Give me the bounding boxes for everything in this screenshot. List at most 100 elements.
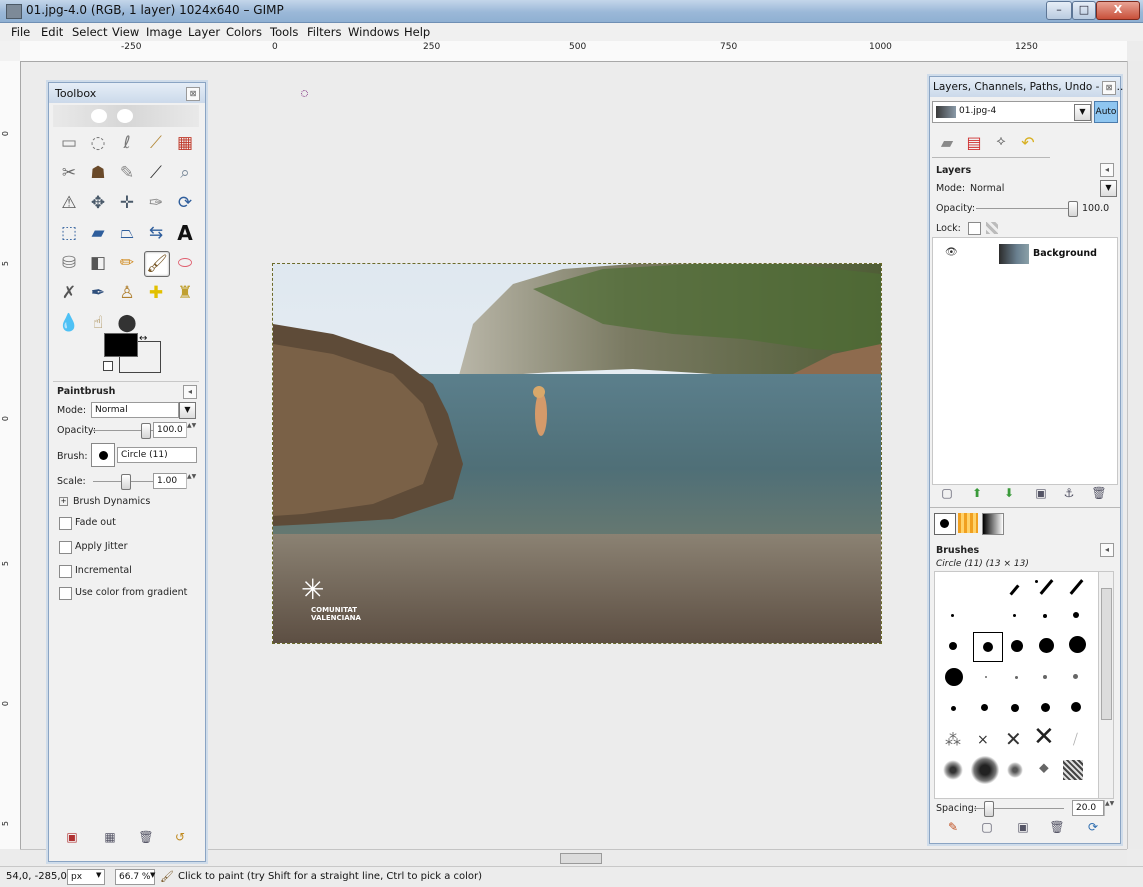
- menu-help[interactable]: Help: [404, 25, 430, 39]
- incremental-checkbox[interactable]: [59, 565, 72, 578]
- scale-value-field[interactable]: 1.00: [153, 473, 187, 489]
- rotate-tool[interactable]: ⟳: [173, 191, 197, 215]
- airbrush-tool[interactable]: ✗: [57, 281, 81, 305]
- layer-row[interactable]: 👁 Background: [933, 240, 1117, 266]
- duplicate-brush-icon[interactable]: ▣: [1014, 819, 1032, 835]
- spacing-spinner[interactable]: ▲▼: [1104, 800, 1114, 816]
- brush-item[interactable]: [1043, 675, 1047, 679]
- shear-tool[interactable]: ▰: [86, 221, 110, 245]
- brush-item[interactable]: [1013, 614, 1016, 617]
- color-select-tool[interactable]: ▦: [173, 131, 197, 155]
- brushes-menu-icon[interactable]: ◂: [1100, 543, 1114, 557]
- brush-item[interactable]: [1043, 614, 1047, 618]
- expander-plus-icon[interactable]: +: [59, 497, 68, 506]
- layer-mode-dropdown[interactable]: ▼: [1100, 180, 1117, 197]
- brush-item[interactable]: [951, 614, 954, 617]
- ellipse-select-tool[interactable]: ◌: [86, 131, 110, 155]
- new-layer-icon[interactable]: ▢: [938, 485, 956, 501]
- color-from-gradient-checkbox[interactable]: [59, 587, 72, 600]
- brush-item[interactable]: [1069, 636, 1086, 653]
- menu-file[interactable]: File: [11, 25, 30, 39]
- align-tool[interactable]: ✛: [115, 191, 139, 215]
- measure-tool[interactable]: ⚠: [57, 191, 81, 215]
- brush-item-selected[interactable]: [973, 632, 1003, 662]
- menu-filters[interactable]: Filters: [307, 25, 341, 39]
- brush-item[interactable]: ⁂: [945, 730, 961, 749]
- dodge-burn-tool[interactable]: ⬤: [115, 311, 139, 335]
- layer-opacity-value[interactable]: 100.0: [1082, 203, 1109, 214]
- smudge-tool[interactable]: ☝: [86, 311, 110, 335]
- flip-tool[interactable]: ⇆: [144, 221, 168, 245]
- vertical-scrollbar[interactable]: [1127, 61, 1143, 849]
- auto-button[interactable]: Auto: [1094, 101, 1118, 123]
- fuzzy-select-tool[interactable]: ⟋: [144, 131, 168, 155]
- brush-item[interactable]: [1007, 762, 1023, 778]
- image-selector-dropdown[interactable]: ▼: [1074, 104, 1091, 121]
- lock-pixels-checkbox[interactable]: [968, 222, 981, 235]
- brush-name-field[interactable]: Circle (11): [117, 447, 197, 463]
- opacity-slider-handle[interactable]: [141, 423, 151, 439]
- brush-item[interactable]: [949, 642, 957, 650]
- brush-item[interactable]: ⬥: [1039, 760, 1049, 776]
- reset-options-icon[interactable]: ↺: [171, 829, 189, 845]
- brush-item[interactable]: [1011, 640, 1023, 652]
- brush-item[interactable]: [1015, 676, 1018, 679]
- heal-tool[interactable]: ✚: [144, 281, 168, 305]
- brush-preview-button[interactable]: [91, 443, 115, 467]
- anchor-layer-icon[interactable]: ⚓: [1060, 485, 1078, 501]
- mode-select[interactable]: Normal: [91, 402, 179, 418]
- close-button[interactable]: X: [1096, 1, 1140, 20]
- delete-options-icon[interactable]: 🗑: [137, 829, 155, 845]
- maximize-button[interactable]: □: [1072, 1, 1096, 20]
- brush-item[interactable]: [971, 756, 999, 784]
- menu-select[interactable]: Select: [72, 25, 107, 39]
- edit-brush-icon[interactable]: ✎: [944, 819, 962, 835]
- paintbrush-tool[interactable]: 🖌: [144, 251, 170, 277]
- layers-dock-close-button[interactable]: ⊠: [1102, 81, 1116, 95]
- brush-item[interactable]: [1071, 702, 1081, 712]
- pencil-tool[interactable]: ✏: [115, 251, 139, 275]
- brush-item[interactable]: [1009, 584, 1020, 596]
- brush-dynamics-expander[interactable]: Brush Dynamics: [73, 496, 150, 507]
- free-select-tool[interactable]: ℓ: [115, 131, 139, 155]
- reset-colors-icon[interactable]: [103, 361, 113, 371]
- lock-alpha-icon[interactable]: [986, 222, 998, 234]
- tab-gradients-icon[interactable]: [982, 513, 1004, 535]
- image-selector[interactable]: 01.jpg-4: [932, 101, 1092, 123]
- tool-options-menu-icon[interactable]: ◂: [183, 385, 197, 399]
- color-picker-tool[interactable]: ⟋: [144, 161, 168, 185]
- brush-item[interactable]: [951, 706, 956, 711]
- fade-out-checkbox[interactable]: [59, 517, 72, 530]
- menu-edit[interactable]: Edit: [41, 25, 63, 39]
- crop-tool[interactable]: ✑: [144, 191, 168, 215]
- blend-tool[interactable]: ◧: [86, 251, 110, 275]
- menu-layer[interactable]: Layer: [188, 25, 220, 39]
- scissors-tool[interactable]: ✂: [57, 161, 81, 185]
- menu-view[interactable]: View: [112, 25, 139, 39]
- brush-item[interactable]: ✕: [1033, 722, 1055, 752]
- scale-tool[interactable]: ⬚: [57, 221, 81, 245]
- brush-item[interactable]: [945, 668, 963, 686]
- layer-name[interactable]: Background: [1033, 248, 1097, 259]
- zoom-select[interactable]: 66.7 %: [115, 869, 155, 885]
- layer-opacity-slider-track[interactable]: [976, 208, 1076, 209]
- move-tool[interactable]: ✥: [86, 191, 110, 215]
- rect-select-tool[interactable]: ▭: [57, 131, 81, 155]
- brush-item[interactable]: ✕: [1005, 727, 1022, 751]
- menu-colors[interactable]: Colors: [226, 25, 262, 39]
- opacity-value-field[interactable]: 100.0: [153, 422, 187, 438]
- blur-tool[interactable]: 💧: [57, 311, 81, 335]
- horizontal-ruler[interactable]: -250 0 250 500 750 1000 1250: [20, 41, 1127, 62]
- apply-jitter-checkbox[interactable]: [59, 541, 72, 554]
- new-brush-icon[interactable]: ▢: [978, 819, 996, 835]
- perspective-tool[interactable]: ⏢: [115, 221, 139, 245]
- brush-item[interactable]: [981, 704, 988, 711]
- delete-layer-icon[interactable]: 🗑: [1090, 485, 1108, 501]
- tab-channels-icon[interactable]: ▤: [962, 133, 986, 155]
- spacing-value-field[interactable]: 20.0: [1072, 800, 1104, 816]
- scroll-thumb[interactable]: [560, 853, 602, 864]
- zoom-dropdown-icon[interactable]: ▼: [150, 871, 155, 879]
- tab-paths-icon[interactable]: ⟡: [989, 133, 1013, 155]
- brush-item[interactable]: ⧸: [1073, 732, 1078, 748]
- brush-item[interactable]: [1011, 704, 1019, 712]
